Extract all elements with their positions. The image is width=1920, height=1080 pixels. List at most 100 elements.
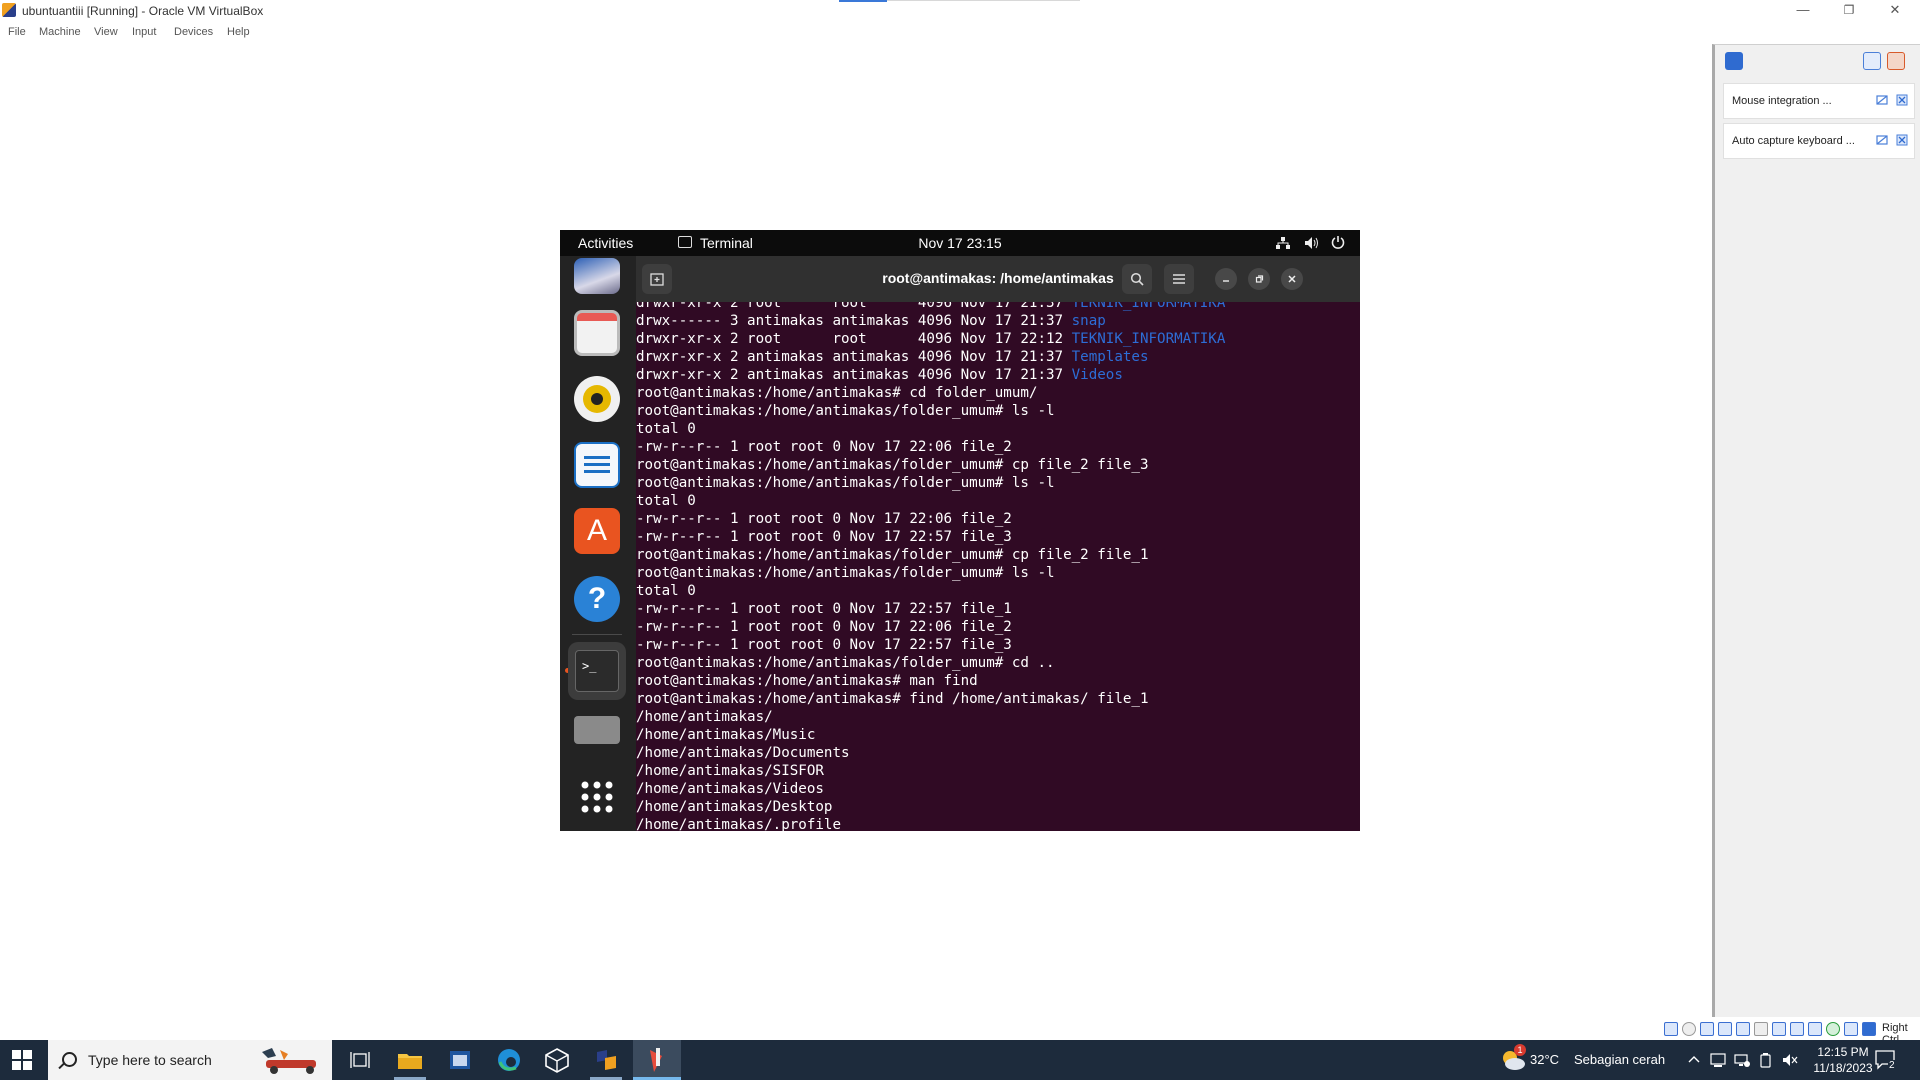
vt-x-icon[interactable] [1826,1022,1840,1036]
do-not-show-icon[interactable] [1876,94,1888,106]
loading-indicator-fill [839,0,888,2]
dismiss-icon[interactable] [1896,94,1908,106]
terminal-line: /home/antimakas/Documents [636,744,1225,762]
guest-screen[interactable]: Activities Terminal Nov 17 23:15 A ? >_ [560,230,1360,831]
display-icon[interactable] [1772,1022,1786,1036]
3d-box-icon[interactable] [542,1046,572,1074]
terminal-line: root@antimakas:/home/antimakas/folder_um… [636,474,1225,492]
notification-text: Mouse integration ... [1732,95,1832,107]
drive-icon[interactable] [574,716,620,744]
terminal-text: root@antimakas:/home/antimakas/folder_um… [636,655,1055,671]
thunderbird-icon[interactable] [574,258,620,294]
menu-devices[interactable]: Devices [174,26,213,38]
notification-mouse-integration[interactable]: Mouse integration ... [1723,83,1915,119]
terminal-text: -rw-r--r-- 1 root root 0 Nov 17 22:06 fi… [636,439,1012,455]
show-apps-icon[interactable] [574,774,620,820]
notification-text: Auto capture keyboard ... [1732,135,1855,147]
terminal-text: -rw-r--r-- 1 root root 0 Nov 17 22:57 fi… [636,529,1012,545]
usb-icon[interactable] [1736,1022,1750,1036]
help-icon[interactable]: ? [574,576,620,622]
terminal-line: -rw-r--r-- 1 root root 0 Nov 17 22:57 fi… [636,600,1225,618]
terminal-text: total 0 [636,421,696,437]
terminal-text: total 0 [636,583,696,599]
edge-icon[interactable] [494,1046,524,1074]
terminal-line: drwxr-xr-x 2 root root 4096 Nov 17 21:37… [636,302,1225,312]
host-statusbar: Right Ctrl [1660,1018,1920,1046]
file-explorer-icon[interactable] [395,1046,425,1074]
terminal-text: drwxr-xr-x 2 root root 4096 Nov 17 22:12 [636,331,1072,347]
directory-name: snap [1071,313,1106,329]
dock-separator [572,634,622,635]
mouse-integration-icon[interactable] [1844,1022,1858,1036]
terminal-text: root@antimakas:/home/antimakas# cd folde… [636,385,1038,401]
writer-icon[interactable] [574,442,620,488]
restore-button[interactable]: ❐ [1826,0,1872,22]
files-icon[interactable] [574,310,620,356]
terminal-close-button[interactable] [1281,268,1303,290]
terminal-minimize-button[interactable] [1215,268,1237,290]
notification-panel: Mouse integration ... Auto capture keybo… [1712,44,1920,1017]
directory-name: TEKNIK_INFORMATIKA [1071,331,1226,347]
volume-icon[interactable] [1304,236,1319,250]
notification-center-icon[interactable] [1725,52,1743,70]
hard-disk-icon[interactable] [1664,1022,1678,1036]
terminal-text: /home/antimakas/.profile [636,817,841,831]
start-button[interactable] [12,1050,32,1070]
sort-icon[interactable] [1863,52,1881,70]
dismiss-icon[interactable] [1896,134,1908,146]
search-button[interactable] [1122,264,1152,294]
close-button[interactable]: ✕ [1872,0,1918,22]
host-menubar: File Machine View Input Devices Help [0,22,1700,44]
taskbar-search[interactable]: Type here to search [48,1040,332,1080]
virtualbox-vm-taskbar-item[interactable] [633,1040,681,1080]
window-title: ubuntuantiii [Running] - Oracle VM Virtu… [22,4,264,18]
optical-drive-icon[interactable] [1682,1022,1696,1036]
menu-view[interactable]: View [94,26,118,38]
rhythmbox-icon[interactable] [574,376,620,422]
shared-folders-icon[interactable] [1754,1022,1768,1036]
menu-file[interactable]: File [8,26,26,38]
weather-description: Sebagian cerah [1574,1052,1666,1067]
terminal-text: -rw-r--r-- 1 root root 0 Nov 17 22:06 fi… [636,511,1012,527]
network-adapter-icon[interactable] [1718,1022,1732,1036]
terminal-line: root@antimakas:/home/antimakas/folder_um… [636,564,1225,582]
terminal-line: root@antimakas:/home/antimakas/folder_um… [636,546,1225,564]
battery-tray-icon[interactable] [1758,1052,1774,1068]
terminal-text: /home/antimakas/SISFOR [636,763,824,779]
menu-input[interactable]: Input [132,26,156,38]
virtualbox-manager-icon[interactable] [591,1046,621,1074]
action-center-button[interactable]: 2 [1874,1048,1900,1072]
app-center-icon[interactable]: A [574,508,620,554]
network-icon[interactable] [1276,236,1290,250]
search-icon [62,1052,77,1067]
menu-button[interactable] [1164,264,1194,294]
terminal-maximize-button[interactable] [1248,268,1270,290]
menu-machine[interactable]: Machine [39,26,81,38]
terminal-output[interactable]: drwxr-xr-x 2 root root 4096 Nov 17 21:37… [636,302,1360,831]
chevron-up-icon[interactable] [1688,1054,1700,1064]
ubuntu-topbar: Activities Terminal Nov 17 23:15 [560,230,1360,256]
task-view-icon[interactable] [345,1046,375,1074]
terminal-icon[interactable]: >_ [568,642,626,700]
network-tray-icon[interactable] [1734,1052,1750,1068]
speaker-muted-icon[interactable] [1782,1052,1798,1068]
minimize-button[interactable]: — [1780,0,1826,22]
clock[interactable]: Nov 17 23:15 [560,235,1360,251]
terminal-text: root@antimakas:/home/antimakas# man find [636,673,978,689]
weather-widget[interactable]: 1 32°C Sebagian cerah [1496,1040,1696,1080]
task-manager-tray-icon[interactable] [1710,1052,1726,1068]
terminal-text: root@antimakas:/home/antimakas/folder_um… [636,475,1055,491]
recording-icon[interactable] [1790,1022,1804,1036]
audio-icon[interactable] [1700,1022,1714,1036]
notification-auto-capture[interactable]: Auto capture keyboard ... [1723,123,1915,159]
app-window-icon[interactable] [445,1046,475,1074]
power-icon[interactable] [1331,235,1345,249]
clear-all-icon[interactable] [1887,52,1905,70]
menu-help[interactable]: Help [227,26,250,38]
terminal-text: root@antimakas:/home/antimakas/folder_um… [636,457,1149,473]
do-not-show-icon[interactable] [1876,134,1888,146]
host-key-icon[interactable] [1862,1022,1876,1036]
terminal-text: root@antimakas:/home/antimakas/folder_um… [636,565,1055,581]
terminal-text: drwxr-xr-x 2 antimakas antimakas 4096 No… [636,367,1072,383]
cpu-icon[interactable] [1808,1022,1822,1036]
